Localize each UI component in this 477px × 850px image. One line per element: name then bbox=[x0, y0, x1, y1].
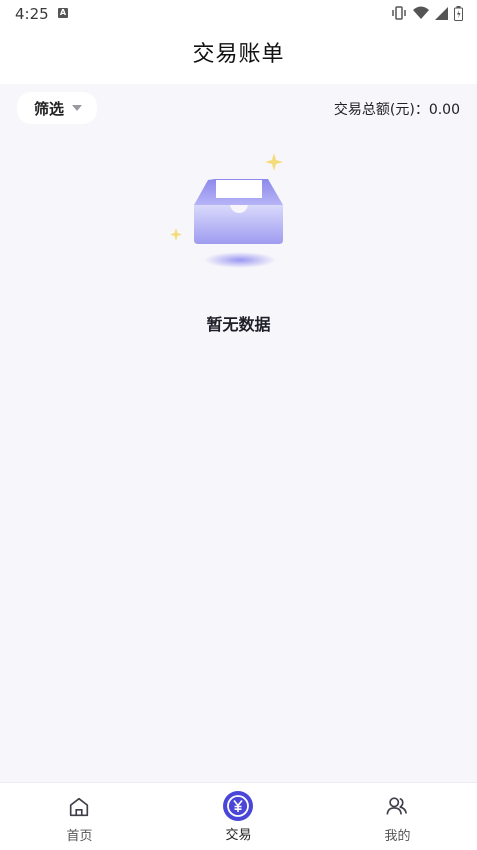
tab-trade-label: 交易 bbox=[225, 828, 252, 843]
notification-a-icon: A bbox=[58, 8, 68, 18]
tab-mine[interactable]: 我的 bbox=[318, 783, 477, 850]
empty-message: 暂无数据 bbox=[206, 315, 271, 334]
yuan-icon bbox=[223, 791, 253, 821]
total-label: 交易总额(元)： bbox=[333, 102, 429, 118]
tab-trade[interactable]: 交易 bbox=[159, 783, 318, 850]
bottom-tab-bar: 首页 交易 我的 bbox=[0, 782, 477, 850]
page-title: 交易账单 bbox=[192, 42, 285, 67]
total-value: 0.00 bbox=[428, 102, 460, 118]
status-icons bbox=[391, 5, 463, 21]
wifi-icon bbox=[413, 6, 429, 19]
caret-down-icon bbox=[72, 105, 83, 111]
users-icon bbox=[386, 797, 408, 815]
status-bar: 4:25 A bbox=[0, 0, 477, 26]
tab-mine-label: 我的 bbox=[384, 829, 411, 844]
transaction-total: 交易总额(元)：0.00 bbox=[334, 99, 460, 119]
vibrate-icon bbox=[392, 6, 406, 20]
sparkle-icon bbox=[265, 153, 283, 171]
sparkle-icon bbox=[170, 228, 182, 241]
filter-label: 筛选 bbox=[34, 99, 65, 118]
status-time: 4:25 bbox=[15, 5, 49, 23]
signal-icon bbox=[435, 6, 448, 20]
tab-home[interactable]: 首页 bbox=[0, 783, 159, 850]
page-header: 交易账单 bbox=[0, 26, 477, 84]
battery-icon bbox=[454, 5, 463, 21]
tab-home-label: 首页 bbox=[66, 829, 93, 844]
home-icon bbox=[69, 797, 89, 817]
filter-button[interactable]: 筛选 bbox=[17, 92, 97, 124]
empty-box-icon bbox=[170, 153, 283, 268]
